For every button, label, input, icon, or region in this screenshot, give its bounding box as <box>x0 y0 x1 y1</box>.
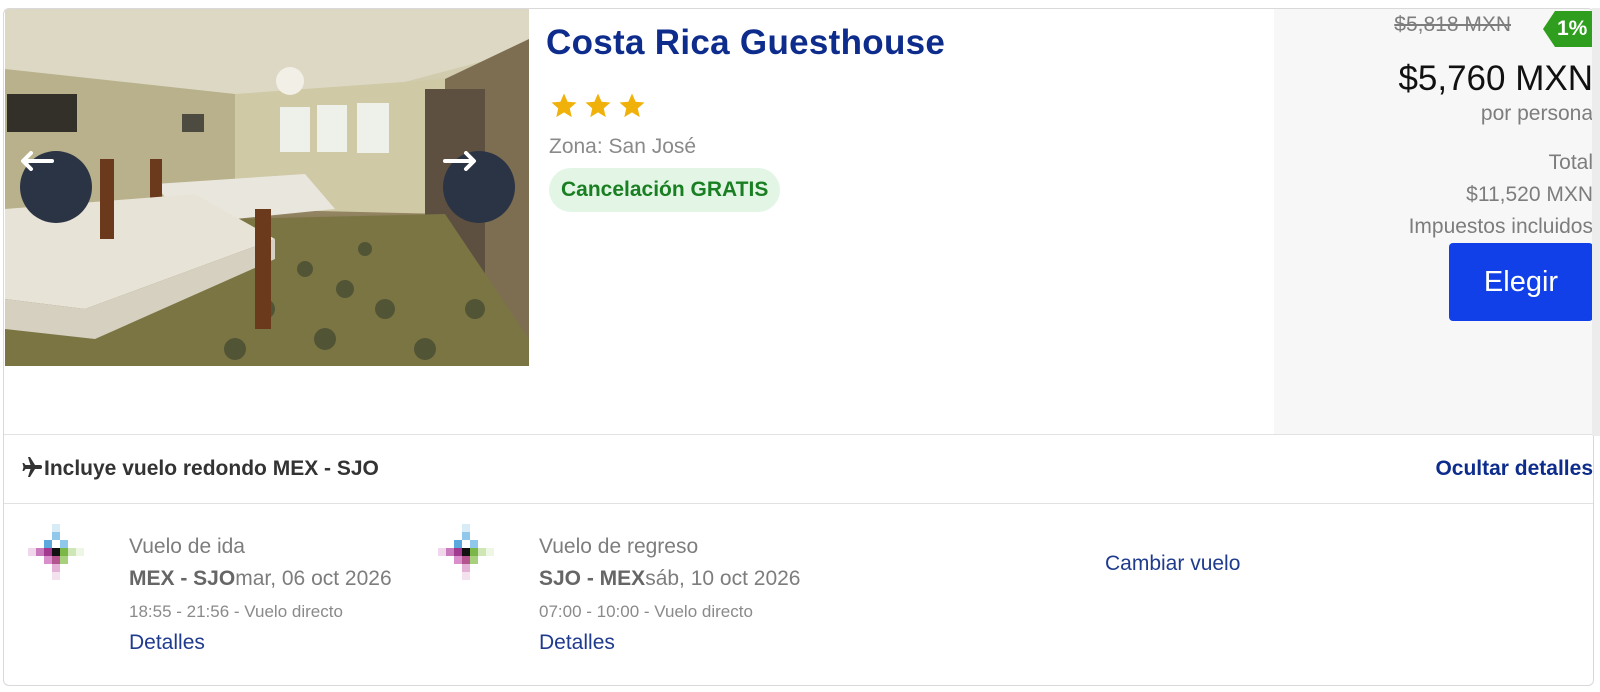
star-icon <box>585 93 611 118</box>
arrow-right-icon <box>443 151 476 171</box>
star-icon <box>551 93 577 118</box>
airplane-icon <box>22 457 42 477</box>
outbound-route: MEX - SJO <box>129 567 236 590</box>
return-details-link[interactable]: Detalles <box>539 631 615 655</box>
outbound-flight-type: Vuelo de ida <box>129 535 245 558</box>
return-route-line: SJO - MEXsáb, 10 oct 2026 <box>539 567 801 591</box>
hide-details-link[interactable]: Ocultar detalles <box>1435 457 1593 481</box>
total-value: $11,520 MXN <box>1466 183 1593 206</box>
price-per-person: $5,760 MXN <box>1398 59 1593 98</box>
price-panel: $5,818 MXN 1% $5,760 MXN por persona Tot… <box>1274 9 1593 442</box>
hotel-photo[interactable] <box>5 9 529 366</box>
choose-button[interactable]: Elegir <box>1449 243 1593 321</box>
outbound-date: mar, 06 oct 2026 <box>235 567 392 590</box>
round-trip-flight-label: Incluye vuelo redondo MEX - SJO <box>44 457 379 480</box>
free-cancellation-badge: Cancelación GRATIS <box>549 168 781 212</box>
return-route: SJO - MEX <box>539 567 646 590</box>
previous-photo-button[interactable] <box>20 151 92 223</box>
per-person-label: por persona <box>1480 102 1593 125</box>
hotel-card: Costa Rica Guesthouse Zona: San José Can… <box>3 8 1594 686</box>
arrow-left-icon <box>21 151 54 171</box>
flight-summary-bar: Incluye vuelo redondo MEX - SJO Ocultar … <box>4 434 1593 504</box>
hotel-name[interactable]: Costa Rica Guesthouse <box>546 23 945 63</box>
return-date: sáb, 10 oct 2026 <box>645 567 801 590</box>
airline-logo-icon <box>28 524 84 580</box>
discount-value: 1% <box>1557 17 1588 40</box>
taxes-included-label: Impuestos incluidos <box>1408 215 1593 238</box>
scrollbar[interactable] <box>1592 8 1600 436</box>
original-price: $5,818 MXN <box>1394 13 1511 36</box>
star-icon <box>619 93 645 118</box>
star-rating <box>549 91 647 121</box>
next-photo-button[interactable] <box>443 151 515 223</box>
hotel-zone: Zona: San José <box>549 135 697 158</box>
outbound-details-link[interactable]: Detalles <box>129 631 205 655</box>
airline-logo-icon <box>438 524 494 580</box>
outbound-route-line: MEX - SJOmar, 06 oct 2026 <box>129 567 392 591</box>
discount-badge: 1% <box>1543 11 1593 47</box>
return-time: 07:00 - 10:00 - Vuelo directo <box>539 602 753 621</box>
outbound-time: 18:55 - 21:56 - Vuelo directo <box>129 602 343 621</box>
total-label: Total <box>1548 151 1593 174</box>
return-flight-type: Vuelo de regreso <box>539 535 699 558</box>
change-flight-link[interactable]: Cambiar vuelo <box>1105 552 1240 576</box>
